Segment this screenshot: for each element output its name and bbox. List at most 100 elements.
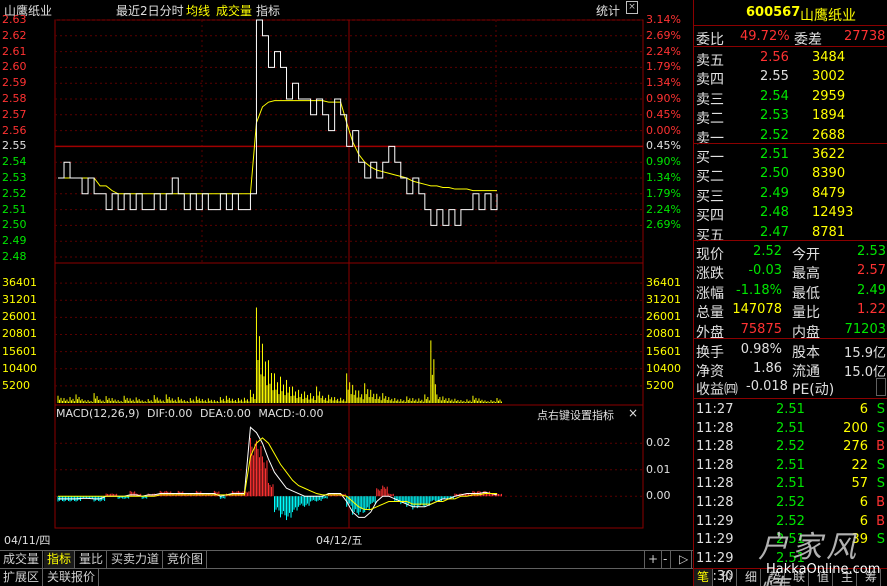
quote-stat-row: 总量 147078 量比 1.22 xyxy=(694,300,887,321)
quote-stat-row: 现价 2.52 今开 2.53 xyxy=(694,242,887,263)
trade-price: 2.52 xyxy=(776,495,805,510)
trade-side: S xyxy=(876,402,885,417)
tab-related-quotes[interactable]: 关联报价 xyxy=(44,569,100,586)
stat-value: 2.53 xyxy=(857,244,886,259)
trade-time: 11:28 xyxy=(696,476,734,492)
pe-label: PE(动) xyxy=(792,382,835,398)
sell-level-volume: 1894 xyxy=(812,108,846,124)
scroll-right-button[interactable]: ▷ xyxy=(676,551,693,568)
price-line xyxy=(58,19,498,226)
trade-time: 11:28 xyxy=(696,457,734,473)
buy-level-row: 买四 2.48 12493 xyxy=(694,203,887,224)
sell-level-price: 2.56 xyxy=(760,50,789,65)
volume-tick-label: 26001 xyxy=(2,310,37,324)
percent-tick-label: 3.14% xyxy=(646,13,681,26)
weibi-value: 49.72% xyxy=(740,29,790,44)
chart-grid xyxy=(54,19,644,529)
extension-tab-bar: 扩展区 关联报价 xyxy=(0,568,693,586)
buy-level-price: 2.49 xyxy=(760,185,789,201)
eps-label: 收益㈣ xyxy=(696,382,738,398)
macd-tick-label: 0.01 xyxy=(646,462,671,476)
volume-bars xyxy=(57,307,502,403)
price-tick-label: 2.59 xyxy=(2,76,27,90)
trade-side: S xyxy=(876,420,885,436)
volume-tick-label: 15601 xyxy=(646,344,681,358)
percent-tick-label: 2.69% xyxy=(646,28,681,42)
tab-extension-area[interactable]: 扩展区 xyxy=(0,569,44,586)
fund-value: 0.98% xyxy=(740,342,782,357)
buy-level-volume: 8479 xyxy=(812,185,846,201)
percent-tick-label: 2.69% xyxy=(646,218,681,232)
sell-level-row: 卖一 2.52 2688 xyxy=(694,126,887,147)
buy-level-volume: 8781 xyxy=(812,224,846,240)
trade-time: 11:28 xyxy=(696,420,734,436)
sell-level-volume: 3484 xyxy=(812,50,846,65)
price-tick-label: 2.56 xyxy=(2,123,27,137)
macd-tick-label: 0.02 xyxy=(646,436,671,450)
zoom-out-button[interactable]: - xyxy=(660,551,672,568)
quote-panel: 600567 山鹰纸业 委比 49.72% 委差 27738 卖五 2.56 348… xyxy=(693,0,887,586)
quote-stat-row: 涨幅 -1.18% 最低 2.49 xyxy=(694,281,887,302)
volume-tick-label: 20801 xyxy=(646,327,681,341)
trade-volume: 6 xyxy=(859,402,868,417)
tab-volume[interactable]: 成交量 xyxy=(0,551,44,568)
tick-trade-row: 11:28 2.51 200 S xyxy=(694,419,887,438)
macd-header: MACD(12,26,9) DIF:0.00 DEA:0.00 MACD:-0.… xyxy=(56,407,324,420)
tab-auction[interactable]: 竞价图 xyxy=(164,551,208,568)
weicha-value: 27738 xyxy=(844,29,886,44)
eps-row: 收益㈣ -0.018 PE(动) xyxy=(694,377,887,398)
trade-side: S xyxy=(876,476,885,492)
sell-level-price: 2.55 xyxy=(760,69,789,85)
tick-trade-row: 11:28 2.52 6 B xyxy=(694,493,887,512)
percent-tick-label: 0.90% xyxy=(646,92,681,105)
stat-value: 2.49 xyxy=(857,282,886,298)
indicator-tab-bar: 成交量 指标 量比 买卖力道 竞价图 + - ▷ xyxy=(0,550,693,568)
buy-level-row: 买三 2.49 8479 xyxy=(694,184,887,205)
volume-tick-label: 5200 xyxy=(2,378,30,392)
price-tick-label: 2.53 xyxy=(2,171,27,184)
stock-code: 600567 xyxy=(746,5,801,20)
trade-price: 2.51 xyxy=(776,402,805,417)
buy-level-row: 买一 2.51 3622 xyxy=(694,145,887,166)
macd-close-icon[interactable]: × xyxy=(628,406,638,420)
buy-level-price: 2.47 xyxy=(760,224,789,240)
trade-volume: 57 xyxy=(851,476,868,492)
stat-value: 2.52 xyxy=(753,244,782,259)
macd-tick-label: 0.00 xyxy=(646,489,671,503)
quote-title-row: 600567 山鹰纸业 xyxy=(694,3,887,24)
stat-value: 75875 xyxy=(740,321,782,337)
buy-level-price: 2.48 xyxy=(760,205,789,221)
sell-level-volume: 2959 xyxy=(812,88,846,104)
macd-title: MACD(12,26,9) xyxy=(56,407,140,420)
tab-buy-sell-power[interactable]: 买卖力道 xyxy=(108,551,164,568)
sell-level-row: 卖三 2.54 2959 xyxy=(694,87,887,108)
tick-trade-row: 11:28 2.51 57 S xyxy=(694,474,887,493)
volume-tick-label: 5200 xyxy=(646,378,674,392)
trade-price: 2.51 xyxy=(776,420,805,436)
quote-stat-row: 外盘 75875 内盘 71203 xyxy=(694,320,887,341)
intraday-chart[interactable] xyxy=(0,0,693,550)
tab-indicator[interactable]: 指标 xyxy=(44,551,76,568)
macd-macd-value: MACD:-0.00 xyxy=(258,407,324,420)
price-tick-label: 2.49 xyxy=(2,234,27,248)
buy-level-row: 买五 2.47 8781 xyxy=(694,223,887,244)
price-tick-label: 2.55 xyxy=(2,139,27,153)
panel-tab[interactable]: 笔 xyxy=(694,569,714,586)
panel-scrollbar[interactable] xyxy=(876,378,886,396)
fund-value: 15.9亿 xyxy=(844,346,886,361)
trade-volume: 276 xyxy=(843,439,868,455)
price-tick-label: 2.60 xyxy=(2,60,27,74)
buy-level-volume: 8390 xyxy=(812,166,846,182)
tab-volume-ratio[interactable]: 量比 xyxy=(76,551,108,568)
panel-stock-name: 山鹰纸业 xyxy=(800,8,856,24)
price-tick-label: 2.61 xyxy=(2,44,27,58)
price-tick-label: 2.63 xyxy=(2,13,27,26)
macd-settings-hint[interactable]: 点右键设置指标 xyxy=(537,407,614,423)
quote-stat-row: 涨跌 -0.03 最高 2.57 xyxy=(694,261,887,282)
panel-tab[interactable]: 价 xyxy=(718,569,738,586)
trade-side: S xyxy=(876,457,885,473)
percent-tick-label: 1.34% xyxy=(646,171,681,184)
percent-tick-label: 0.45% xyxy=(646,107,681,121)
percent-tick-label: 2.24% xyxy=(646,202,681,216)
stat-value: -1.18% xyxy=(736,282,782,298)
